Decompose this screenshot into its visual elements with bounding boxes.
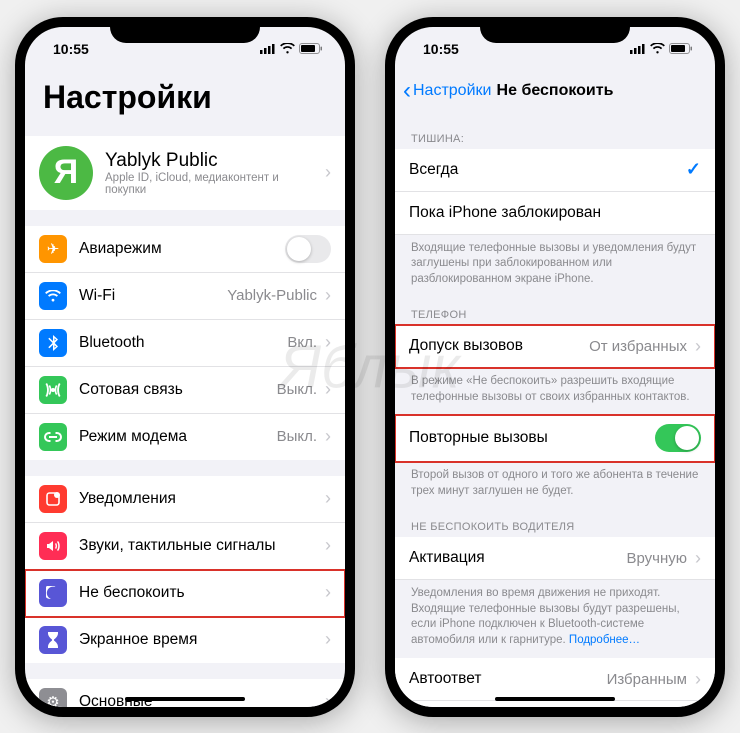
repeated-footer: Второй вызов от одного и того же абонент… <box>395 462 715 501</box>
activation-cell[interactable]: Активация Вручную › <box>395 537 715 580</box>
cellular-icon <box>39 376 67 404</box>
chevron-icon: › <box>325 332 331 353</box>
bluetooth-cell[interactable]: Bluetooth Вкл. › <box>25 320 345 367</box>
phone-header: ТЕЛЕФОН <box>395 305 715 325</box>
nav-bar: ‹ Настройки Не беспокоить <box>395 71 715 111</box>
chevron-icon: › <box>325 379 331 400</box>
wifi-icon <box>650 43 665 54</box>
page-title: Настройки <box>25 71 345 128</box>
battery-icon <box>299 43 323 54</box>
chevron-icon: › <box>695 548 701 569</box>
notifications-cell[interactable]: Уведомления › <box>25 476 345 523</box>
chevron-icon: › <box>325 629 331 650</box>
repeated-calls-cell[interactable]: Повторные вызовы <box>395 415 715 462</box>
profile-sub: Apple ID, iCloud, медиаконтент и покупки <box>105 172 317 196</box>
moon-icon <box>39 579 67 607</box>
profile-name: Yablyk Public <box>105 150 317 172</box>
screen-time-cell[interactable]: Экранное время › <box>25 617 345 663</box>
allow-calls-footer: В режиме «Не беспокоить» разрешить входя… <box>395 368 715 407</box>
chevron-icon: › <box>325 582 331 603</box>
avatar: Я <box>39 146 93 200</box>
cellular-cell[interactable]: Сотовая связь Выкл. › <box>25 367 345 414</box>
chevron-icon: › <box>325 535 331 556</box>
home-indicator[interactable] <box>495 697 615 701</box>
chevron-icon: › <box>325 162 331 183</box>
nav-title: Не беспокоить <box>395 82 715 100</box>
chevron-icon: › <box>325 488 331 509</box>
gear-icon: ⚙ <box>39 688 67 707</box>
home-indicator[interactable] <box>125 697 245 701</box>
repeated-calls-switch[interactable] <box>655 424 701 452</box>
notifications-icon <box>39 485 67 513</box>
do-not-disturb-cell[interactable]: Не беспокоить › <box>25 570 345 617</box>
silence-footer: Входящие телефонные вызовы и уведомления… <box>395 235 715 290</box>
hotspot-icon <box>39 423 67 451</box>
general-cell[interactable]: ⚙ Основные › <box>25 679 345 707</box>
sounds-icon <box>39 532 67 560</box>
wifi-cell[interactable]: Wi-Fi Yablyk-Public › <box>25 273 345 320</box>
phone-right: 10:55 ‹ Настройки Не беспокоить ТИШИНА: … <box>385 17 725 717</box>
chevron-icon: › <box>695 336 701 357</box>
airplane-switch[interactable] <box>285 235 331 263</box>
status-time: 10:55 <box>53 41 89 57</box>
signal-icon <box>260 44 276 54</box>
signal-icon <box>630 44 646 54</box>
silence-header: ТИШИНА: <box>395 129 715 149</box>
hotspot-cell[interactable]: Режим модема Выкл. › <box>25 414 345 460</box>
allow-calls-cell[interactable]: Допуск вызовов От избранных › <box>395 325 715 368</box>
battery-icon <box>669 43 693 54</box>
chevron-icon: › <box>325 285 331 306</box>
sounds-cell[interactable]: Звуки, тактильные сигналы › <box>25 523 345 570</box>
autoreply-cell[interactable]: Автоответ Я веду машину с включенн… › <box>395 701 715 706</box>
apple-id-cell[interactable]: Я Yablyk Public Apple ID, iCloud, медиак… <box>25 136 345 210</box>
driving-header: НЕ БЕСПОКОИТЬ ВОДИТЕЛЯ <box>395 517 715 537</box>
chevron-icon: › <box>695 669 701 690</box>
chevron-icon: › <box>325 426 331 447</box>
silence-always[interactable]: Всегда ✓ <box>395 149 715 192</box>
notch <box>480 17 630 43</box>
hourglass-icon <box>39 626 67 654</box>
checkmark-icon: ✓ <box>686 159 701 180</box>
airplane-mode-cell[interactable]: ✈ Авиарежим <box>25 226 345 273</box>
phone-left: 10:55 Настройки Я Yablyk Public Apple ID… <box>15 17 355 717</box>
chevron-icon: › <box>325 691 331 707</box>
autoreply-to-cell[interactable]: Автоответ Избранным › <box>395 658 715 701</box>
wifi-icon <box>280 43 295 54</box>
status-icons <box>630 43 693 54</box>
status-time: 10:55 <box>423 41 459 57</box>
wifi-settings-icon <box>39 282 67 310</box>
bluetooth-icon <box>39 329 67 357</box>
airplane-icon: ✈ <box>39 235 67 263</box>
silence-locked[interactable]: Пока iPhone заблокирован <box>395 192 715 235</box>
notch <box>110 17 260 43</box>
learn-more-link[interactable]: Подробнее… <box>569 634 640 646</box>
status-icons <box>260 43 323 54</box>
activation-footer: Уведомления во время движения не приходя… <box>395 580 715 650</box>
